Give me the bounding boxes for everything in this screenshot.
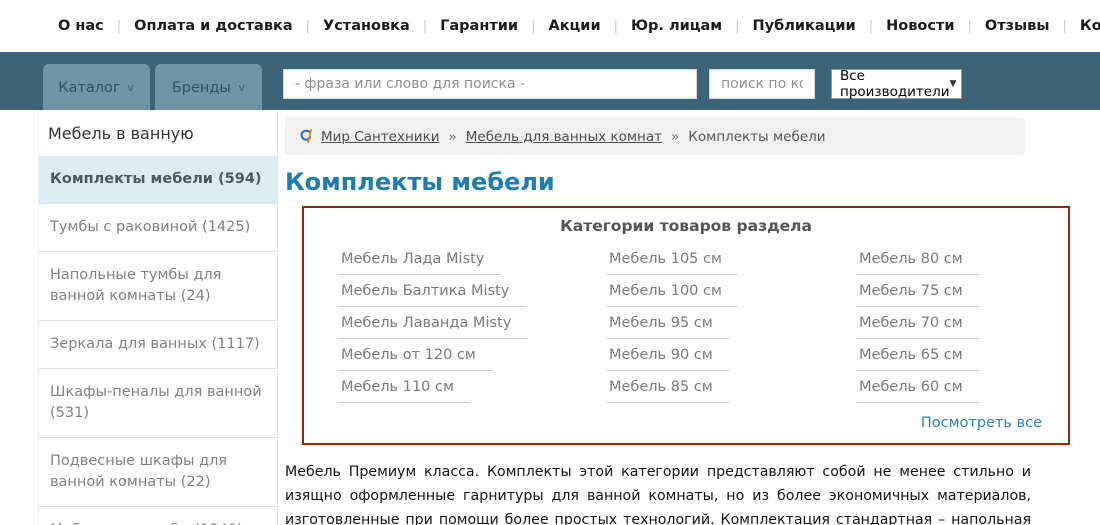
code-search-input[interactable]: [709, 69, 815, 99]
sidebar-title: Мебель в ванную: [39, 110, 277, 156]
manufacturer-select-value: Все производители: [840, 68, 950, 100]
catalog-menu-button[interactable]: Каталог ∨: [43, 64, 150, 112]
sidebar-item-komplekty-mebeli[interactable]: Комплекты мебели (594): [39, 156, 277, 204]
nav-item-news[interactable]: Новости: [873, 18, 972, 34]
nav-item-warranty[interactable]: Гарантии: [427, 18, 535, 34]
categories-column-1: Мебель Лада Misty Мебель Балтика Misty М…: [339, 248, 607, 408]
sidebar-item-napolnye-tumby[interactable]: Напольные тумбы для ванной комнаты (24): [39, 252, 277, 321]
sidebar-item-podvesnye-shkafy[interactable]: Подвесные шкафы для ванной комнаты (22): [39, 438, 277, 507]
top-nav-list: О нас Оплата и доставка Установка Гарант…: [45, 18, 1100, 34]
category-link[interactable]: Мебель 85 см: [607, 379, 729, 403]
catalog-button-label: Каталог: [58, 80, 120, 96]
category-link[interactable]: Мебель 70 см: [857, 315, 979, 339]
categories-column-2: Мебель 105 см Мебель 100 см Мебель 95 см…: [607, 248, 857, 408]
breadcrumb: Мир Сантехники » Мебель для ванных комна…: [285, 118, 1025, 155]
chevron-down-icon: ∨: [126, 83, 136, 94]
category-link[interactable]: Мебель 65 см: [857, 347, 979, 371]
nav-item-about[interactable]: О нас: [45, 18, 121, 34]
category-link[interactable]: Мебель 75 см: [857, 283, 979, 307]
sidebar-item-tumby-s-rakovinoy[interactable]: Тумбы с раковиной (1425): [39, 204, 277, 252]
nav-item-legal-entities[interactable]: Юр. лицам: [618, 18, 740, 34]
category-link[interactable]: Мебель Лада Misty: [339, 251, 500, 275]
nav-item-payment-delivery[interactable]: Оплата и доставка: [121, 18, 310, 34]
category-link[interactable]: Мебель 105 см: [607, 251, 738, 275]
breadcrumb-link-bathroom-furniture[interactable]: Мебель для ванных комнат: [466, 129, 662, 145]
nav-item-promotions[interactable]: Акции: [535, 18, 618, 34]
view-all-container: Посмотреть все: [322, 412, 1050, 431]
category-link[interactable]: Мебель 60 см: [857, 379, 979, 403]
nav-item-contacts[interactable]: Контакты: [1067, 18, 1100, 34]
categories-box: Категории товаров раздела Мебель Лада Mi…: [302, 206, 1070, 445]
page-title: Комплекты мебели: [285, 168, 1070, 196]
category-description: Мебель Премиум класса. Комплекты этой ка…: [285, 460, 1031, 525]
brands-menu-button[interactable]: Бренды ∨: [155, 64, 262, 112]
category-link[interactable]: Мебель Балтика Misty: [339, 283, 525, 307]
category-sidebar: Мебель в ванную Комплекты мебели (594) Т…: [38, 110, 278, 525]
category-link[interactable]: Мебель 80 см: [857, 251, 979, 275]
sidebar-category-list: Комплекты мебели (594) Тумбы с раковиной…: [39, 156, 277, 525]
brands-button-label: Бренды: [172, 80, 231, 96]
breadcrumb-separator: »: [671, 129, 679, 145]
sidebar-item-zerkala[interactable]: Зеркала для ванных (1117): [39, 321, 277, 369]
caret-down-icon: ▼: [950, 79, 957, 89]
breadcrumb-link-home[interactable]: Мир Сантехники: [321, 129, 440, 145]
breadcrumb-current-page: Комплекты мебели: [688, 129, 825, 145]
category-link[interactable]: Мебель от 120 см: [339, 347, 492, 371]
category-link[interactable]: Мебель 110 см: [339, 379, 470, 403]
category-link[interactable]: Мебель 100 см: [607, 283, 738, 307]
category-link[interactable]: Мебель 90 см: [607, 347, 729, 371]
view-all-link[interactable]: Посмотреть все: [921, 415, 1042, 431]
category-link[interactable]: Мебель Лаванда Misty: [339, 315, 527, 339]
search-input[interactable]: [283, 69, 697, 99]
main-content: Мир Сантехники » Мебель для ванных комна…: [285, 110, 1070, 525]
manufacturer-select[interactable]: Все производители ▼: [831, 69, 962, 99]
categories-grid: Мебель Лада Misty Мебель Балтика Misty М…: [322, 248, 1050, 408]
breadcrumb-separator: »: [449, 129, 457, 145]
site-logo-icon: [299, 128, 313, 145]
sidebar-item-mebelnye-tumby[interactable]: Мебельные тумбы (1349): [39, 507, 277, 525]
nav-item-publications[interactable]: Публикации: [740, 18, 874, 34]
categories-box-heading: Категории товаров раздела: [322, 217, 1050, 235]
categories-column-3: Мебель 80 см Мебель 75 см Мебель 70 см М…: [857, 248, 1050, 408]
sidebar-item-shkafy-penaly[interactable]: Шкафы-пеналы для ванной (531): [39, 369, 277, 438]
search-toolbar: Каталог ∨ Бренды ∨ Все производители ▼: [0, 52, 1100, 110]
page: О нас Оплата и доставка Установка Гарант…: [0, 0, 1100, 525]
nav-item-reviews[interactable]: Отзывы: [972, 18, 1067, 34]
top-navigation: О нас Оплата и доставка Установка Гарант…: [0, 0, 1100, 52]
chevron-down-icon: ∨: [237, 83, 247, 94]
category-link[interactable]: Мебель 95 см: [607, 315, 729, 339]
nav-item-installation[interactable]: Установка: [310, 18, 427, 34]
